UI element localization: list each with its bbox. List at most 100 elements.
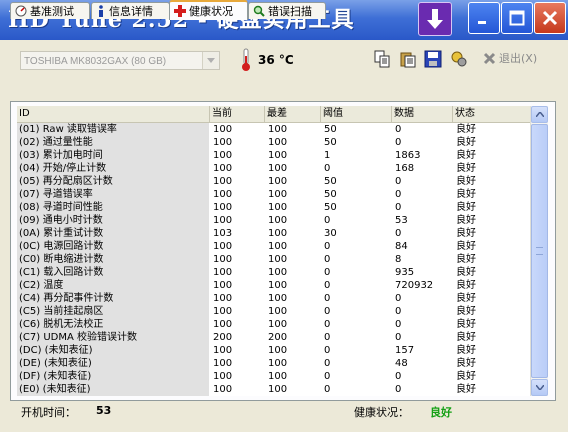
tab-error-scan[interactable]: 错误扫描: [248, 2, 326, 19]
cell-current: 100: [213, 345, 233, 356]
cell-threshold: 1: [324, 150, 331, 161]
scroll-up-button[interactable]: [531, 106, 548, 123]
cell-status: 良好: [456, 124, 476, 135]
cell-threshold: 0: [324, 215, 331, 226]
table-row[interactable]: (0C) 电源回路计数 100 100 0 84 良好: [17, 240, 530, 253]
tab-health[interactable]: 健康状况: [169, 0, 248, 20]
table-row[interactable]: (C1) 载入回路计数 100 100 0 935 良好: [17, 266, 530, 279]
table-row[interactable]: (C6) 脱机无法校正 100 100 0 0 良好: [17, 318, 530, 331]
cell-id: (C4) 再分配事件计数: [19, 293, 114, 304]
table-row[interactable]: (05) 再分配扇区计数 100 100 50 0 良好: [17, 175, 530, 188]
cell-id: (C6) 脱机无法校正: [19, 319, 104, 330]
cell-threshold: 50: [324, 124, 337, 135]
table-row[interactable]: (03) 累计加电时间 100 100 1 1863 良好: [17, 149, 530, 162]
table-row[interactable]: (C5) 当前挂起扇区 100 100 0 0 良好: [17, 305, 530, 318]
cell-status: 良好: [456, 293, 476, 304]
table-row[interactable]: (C0) 断电缩进计数 100 100 0 8 良好: [17, 253, 530, 266]
benchmark-icon: [15, 5, 27, 17]
cell-status: 良好: [456, 254, 476, 265]
cell-id: (E0) (未知表征): [19, 384, 91, 395]
cell-status: 良好: [456, 163, 476, 174]
download-arrow-icon[interactable]: [418, 2, 452, 36]
exit-button[interactable]: 退出(X): [483, 50, 537, 66]
cell-current: 100: [213, 124, 233, 135]
cell-current: 100: [213, 137, 233, 148]
cell-threshold: 0: [324, 306, 331, 317]
table-row[interactable]: (DF) (未知表征) 100 100 0 0 良好: [17, 370, 530, 383]
cell-current: 100: [213, 371, 233, 382]
cell-threshold: 0: [324, 332, 331, 343]
table-row[interactable]: (E0) (未知表征) 100 100 0 0 良好: [17, 383, 530, 396]
table-row[interactable]: (DE) (未知表征) 100 100 0 48 良好: [17, 357, 530, 370]
cell-id: (05) 再分配扇区计数: [19, 176, 113, 187]
smart-table[interactable]: ID 当前 最差 阈值 数据 状态 (01) Raw 读取错误率 100 100 50…: [17, 106, 530, 396]
cell-id: (C5) 当前挂起扇区: [19, 306, 104, 317]
exit-x-icon: [483, 52, 496, 64]
drive-select[interactable]: TOSHIBA MK8032GAX (80 GB): [20, 51, 220, 70]
table-row[interactable]: (07) 寻道错误率 100 100 50 0 良好: [17, 188, 530, 201]
cell-data: 0: [395, 293, 402, 304]
table-row[interactable]: (04) 开始/停止计数 100 100 0 168 良好: [17, 162, 530, 175]
cell-data: 0: [395, 202, 402, 213]
cell-data: 84: [395, 241, 408, 252]
cell-worst: 100: [268, 150, 288, 161]
info-icon: [99, 5, 103, 17]
table-row[interactable]: (09) 通电小时计数 100 100 0 53 良好: [17, 214, 530, 227]
cell-current: 100: [213, 306, 233, 317]
health-status-label: 健康状况：: [354, 406, 409, 419]
clipboard-icon[interactable]: [398, 49, 418, 69]
column-header-status[interactable]: 状态: [453, 106, 530, 122]
column-header-current[interactable]: 当前: [210, 106, 265, 122]
cell-data: 53: [395, 215, 408, 226]
cell-id: (09) 通电小时计数: [19, 215, 103, 226]
table-row[interactable]: (C7) UDMA 校验错误计数 200 200 0 0 良好: [17, 331, 530, 344]
close-button[interactable]: [534, 2, 566, 34]
table-row[interactable]: (01) Raw 读取错误率 100 100 50 0 良好: [17, 123, 530, 136]
cell-id: (03) 累计加电时间: [19, 150, 103, 161]
table-row[interactable]: (08) 寻道时间性能 100 100 50 0 良好: [17, 201, 530, 214]
chevron-down-icon: [535, 385, 544, 390]
chevron-down-icon[interactable]: [202, 52, 219, 69]
table-row[interactable]: (0A) 累计重试计数 103 100 30 0 良好: [17, 227, 530, 240]
minimize-button[interactable]: [468, 2, 500, 34]
cell-status: 良好: [456, 306, 476, 317]
column-header-id[interactable]: ID: [17, 106, 210, 122]
cell-status: 良好: [456, 384, 476, 395]
options-icon[interactable]: [449, 49, 469, 69]
tab-info[interactable]: 信息详情: [91, 2, 170, 19]
cell-worst: 100: [268, 319, 288, 330]
cell-current: 100: [213, 215, 233, 226]
table-header: ID 当前 最差 阈值 数据 状态: [17, 106, 530, 123]
tab-benchmark[interactable]: 基准测试: [10, 2, 90, 19]
column-header-threshold[interactable]: 阈值: [321, 106, 392, 122]
scroll-thumb[interactable]: [531, 124, 548, 378]
scroll-down-button[interactable]: [531, 379, 548, 396]
cell-worst: 100: [268, 163, 288, 174]
cell-current: 100: [213, 163, 233, 174]
copy-icon[interactable]: [372, 49, 392, 69]
cell-status: 良好: [456, 319, 476, 330]
column-header-worst[interactable]: 最差: [265, 106, 321, 122]
table-row[interactable]: (DC) (未知表征) 100 100 0 157 良好: [17, 344, 530, 357]
cell-current: 100: [213, 319, 233, 330]
cell-status: 良好: [456, 371, 476, 382]
cell-worst: 100: [268, 345, 288, 356]
cell-worst: 100: [268, 124, 288, 135]
table-row[interactable]: (02) 通过量性能 100 100 50 0 良好: [17, 136, 530, 149]
table-row[interactable]: (C2) 温度 100 100 0 720932 良好: [17, 279, 530, 292]
cell-threshold: 50: [324, 137, 337, 148]
cell-worst: 100: [268, 202, 288, 213]
column-header-data[interactable]: 数据: [392, 106, 453, 122]
table-row[interactable]: (C4) 再分配事件计数 100 100 0 0 良好: [17, 292, 530, 305]
drive-select-value: TOSHIBA MK8032GAX (80 GB): [24, 56, 167, 67]
cell-threshold: 0: [324, 345, 331, 356]
cell-id: (0C) 电源回路计数: [19, 241, 104, 252]
save-icon[interactable]: [423, 49, 443, 69]
vertical-scrollbar[interactable]: [530, 106, 548, 396]
maximize-button[interactable]: [501, 2, 533, 34]
cell-id: (0A) 累计重试计数: [19, 228, 104, 239]
cell-id: (08) 寻道时间性能: [19, 202, 103, 213]
cell-threshold: 0: [324, 163, 331, 174]
chevron-up-icon: [535, 112, 544, 117]
cell-worst: 100: [268, 280, 288, 291]
